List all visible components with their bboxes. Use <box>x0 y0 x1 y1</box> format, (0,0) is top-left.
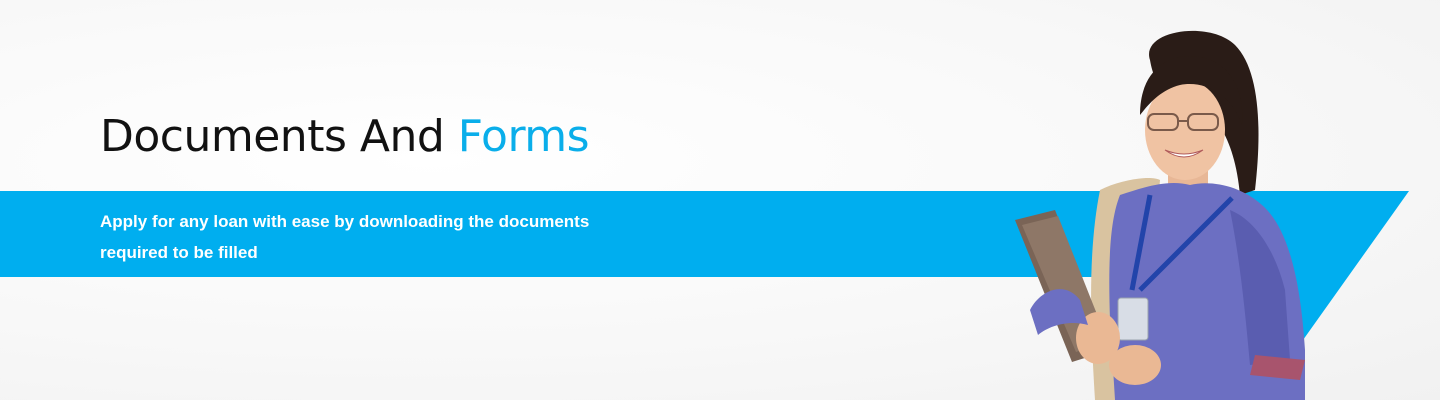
page-title-main: Documents And <box>100 111 445 162</box>
banner-subtitle-line-2: required to be filled <box>100 243 258 262</box>
page-title: Documents And Forms <box>100 108 590 166</box>
woman-holding-folder-illustration <box>1015 30 1305 400</box>
banner-subtitle-line-1: Apply for any loan with ease by download… <box>100 212 590 231</box>
banner-subtitle: Apply for any loan with ease by download… <box>100 206 720 268</box>
page-title-accent: Forms <box>457 111 590 162</box>
hero-banner: Documents And Forms Apply for any loan w… <box>0 0 1440 400</box>
